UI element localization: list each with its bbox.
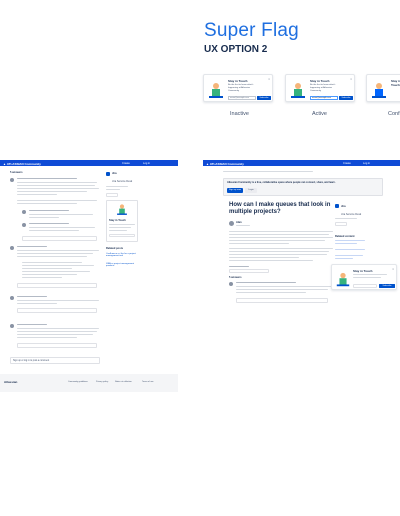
top-nav: ▲ ATLASSIAN Community Create Log in: [0, 160, 178, 166]
close-icon[interactable]: ×: [350, 77, 352, 81]
footer-link[interactable]: Terms of use: [142, 381, 153, 383]
welcome-banner: Atlassian Community is a free, collabora…: [223, 178, 383, 196]
close-icon[interactable]: ×: [392, 267, 394, 271]
nav-create[interactable]: Create: [343, 162, 351, 165]
question-title: How can I make queues that look in multi…: [229, 202, 331, 216]
reply-input[interactable]: [17, 283, 97, 288]
avatar: [10, 246, 14, 250]
page-subtitle: UX OPTION 2: [204, 44, 268, 55]
reply-input[interactable]: [236, 298, 328, 303]
reply-input[interactable]: [229, 269, 269, 273]
email-input[interactable]: name@example.com: [310, 96, 338, 100]
person-illustration-icon: [291, 83, 305, 98]
nav-create[interactable]: Create: [122, 162, 130, 165]
related-link[interactable]: JIRA vs project management products: [106, 263, 140, 267]
close-icon[interactable]: ×: [268, 77, 270, 81]
signup-button[interactable]: Sign up now: [227, 188, 243, 193]
subscribe-button[interactable]: Subscribe: [339, 96, 353, 100]
card-body: Be the first to know what's happening at…: [228, 84, 254, 92]
answers-count: 5 answers: [229, 276, 242, 279]
avatar: [22, 210, 26, 214]
flag-card-inactive: Stay in Touch Be the first to know what'…: [203, 74, 273, 102]
top-nav: ▲ ATLASSIAN Community Create Log in: [203, 160, 400, 166]
state-label-confirmed: Conf: [388, 111, 400, 117]
person-illustration-icon: [336, 272, 350, 287]
mockup-active-page: ▲ ATLASSIAN Community Create Log in Atla…: [203, 160, 400, 310]
avatar: [229, 221, 234, 226]
email-input[interactable]: name@example.com: [228, 96, 256, 100]
footer-link[interactable]: Privacy policy: [96, 381, 108, 383]
atlassian-footer-logo: Atlassian: [4, 380, 18, 384]
answers-count: 5 answers: [10, 171, 23, 174]
card-body: Be the first to know what's happening at…: [310, 84, 336, 92]
card-title: Stay in Touch: [310, 79, 330, 83]
avatar: [10, 178, 14, 182]
subscribe-button[interactable]: Subscribe: [379, 284, 395, 288]
product-icon: [335, 204, 339, 208]
super-flag-popup: Stay in Touch Subscribe ×: [331, 264, 397, 290]
nav-login[interactable]: Log in: [143, 162, 150, 165]
atlassian-logo[interactable]: ▲ ATLASSIAN Community: [206, 162, 244, 166]
reply-input[interactable]: [17, 308, 97, 313]
stay-in-touch-card: Stay in Touch: [106, 200, 138, 242]
follow-button[interactable]: [335, 222, 347, 226]
footer-link[interactable]: Notice at collection: [115, 381, 132, 383]
card-title: Stay in Touch: [391, 79, 400, 87]
person-illustration-icon: [209, 83, 223, 98]
flag-card-active: Stay in Touch Be the first to know what'…: [285, 74, 355, 102]
atlassian-logo[interactable]: ▲ ATLASSIAN Community: [3, 162, 41, 166]
mockup-inactive-page: ▲ ATLASSIAN Community Create Log in 5 an…: [0, 160, 178, 392]
footer-link[interactable]: Community guidelines: [68, 381, 88, 383]
footer: Atlassian Community guidelines Privacy p…: [0, 374, 178, 392]
person-illustration-icon: [117, 204, 127, 215]
avatar: [22, 223, 26, 227]
login-button[interactable]: Login: [245, 188, 257, 193]
page-title: Super Flag: [204, 20, 299, 41]
nav-login[interactable]: Log in: [363, 162, 370, 165]
follow-button[interactable]: [106, 193, 118, 197]
card-title: Stay in Touch: [228, 79, 248, 83]
avatar: [10, 296, 14, 300]
person-illustration-icon: [372, 83, 386, 98]
state-label-active: Active: [312, 111, 327, 117]
state-label-inactive: Inactive: [230, 111, 249, 117]
avatar: [229, 282, 233, 286]
reply-input[interactable]: [22, 236, 97, 241]
card-title: Stay in Touch: [353, 269, 373, 273]
product-icon: [106, 172, 110, 176]
avatar: [10, 324, 14, 328]
email-input[interactable]: [353, 284, 377, 288]
subscribe-button[interactable]: Subscribe: [257, 96, 271, 100]
related-link[interactable]: Confluence or Jira for a project managem…: [106, 253, 140, 257]
comment-input[interactable]: Sign up or log in to post a comment: [10, 357, 100, 364]
email-input[interactable]: [109, 234, 135, 237]
flag-card-confirmed: Stay in Touch: [366, 74, 400, 102]
reply-input[interactable]: [17, 343, 97, 348]
